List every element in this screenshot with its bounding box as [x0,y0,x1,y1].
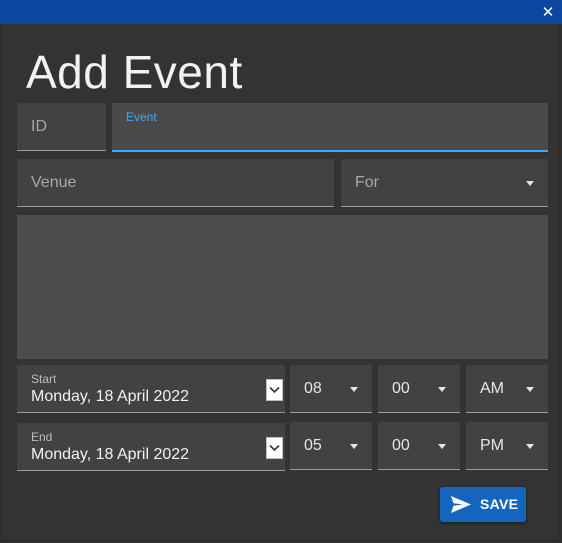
start-date-value: Monday, 18 April 2022 [31,388,190,405]
start-date-field[interactable]: Start Monday, 18 April 2022 [17,365,285,413]
start-minute-value: 00 [392,379,410,397]
chevron-down-icon [269,386,280,394]
caret-down-icon [438,386,446,392]
end-date-value: Monday, 18 April 2022 [31,446,190,463]
start-ampm-select[interactable]: AM [466,365,548,413]
caret-down-icon [526,443,534,449]
venue-field[interactable]: Venue [17,159,334,207]
start-date-picker-button[interactable] [266,379,283,401]
event-field[interactable]: Event [112,103,548,152]
description-textarea[interactable] [17,215,548,359]
end-label: End [31,430,53,444]
chevron-down-icon [269,444,280,452]
start-label: Start [31,372,57,386]
event-label: Event [126,110,157,124]
for-select[interactable]: For [341,159,548,207]
start-minute-select[interactable]: 00 [378,365,460,413]
start-ampm-value: AM [480,379,504,397]
start-hour-value: 08 [304,379,322,397]
caret-down-icon [350,443,358,449]
title-bar: ✕ [0,0,562,24]
venue-placeholder: Venue [31,173,77,191]
end-minute-select[interactable]: 00 [378,422,460,470]
end-ampm-select[interactable]: PM [466,422,548,470]
save-button[interactable]: SAVE [440,487,526,522]
close-button[interactable]: ✕ [538,2,558,22]
send-icon [451,496,471,513]
end-date-picker-button[interactable] [266,437,283,459]
caret-down-icon [526,386,534,392]
end-hour-value: 05 [304,436,322,454]
caret-down-icon [350,386,358,392]
end-hour-select[interactable]: 05 [290,422,372,470]
start-hour-select[interactable]: 08 [290,365,372,413]
end-ampm-value: PM [480,436,504,454]
save-label: SAVE [480,496,519,512]
end-date-field[interactable]: End Monday, 18 April 2022 [17,423,285,471]
close-icon: ✕ [541,4,555,21]
page-title: Add Event [26,46,243,98]
for-placeholder: For [355,173,379,191]
caret-down-icon [526,180,534,186]
id-field[interactable]: ID [17,103,106,151]
id-placeholder: ID [31,117,47,135]
caret-down-icon [438,443,446,449]
end-minute-value: 00 [392,436,410,454]
